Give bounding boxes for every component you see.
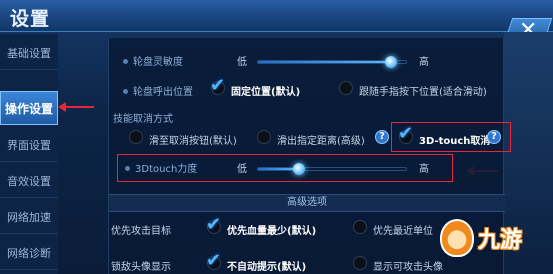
- bullet-icon: [123, 89, 128, 94]
- wheel-position-label: 轮盘呼出位置: [133, 87, 193, 98]
- wheel-sensitivity-label: 轮盘灵敏度: [133, 57, 183, 68]
- option-fixed-label: 固定位置(默认): [231, 87, 301, 98]
- slider-low-label: 低: [237, 57, 247, 68]
- option-cancel-button-label: 滑至取消按钮(默认): [149, 136, 237, 147]
- mascot-icon: [440, 219, 474, 257]
- advanced-section-title: 高级选项: [109, 194, 505, 212]
- slider-fill: [258, 61, 392, 63]
- help-icon[interactable]: ?: [487, 130, 501, 144]
- help-icon[interactable]: ?: [375, 130, 389, 144]
- option-follow-label: 跟随手指按下位置(适合滑动): [359, 87, 487, 98]
- option-low-hp-label: 优先血量最少(默认): [227, 226, 317, 237]
- watermark-text: 九游: [478, 228, 523, 253]
- option-no-auto-label: 不自动提示(默认): [227, 262, 307, 273]
- skill-cancel-label: 技能取消方式: [113, 114, 173, 125]
- checkmark-icon: ✔: [210, 75, 226, 96]
- slider-thumb[interactable]: [385, 56, 398, 68]
- touch-force-slider[interactable]: [257, 163, 407, 175]
- option-show-attack-label: 显示可攻击头像: [373, 262, 443, 273]
- watermark-logo: 九游: [440, 216, 552, 260]
- slider-high-label: 高: [419, 57, 429, 68]
- sidebar-item-basic[interactable]: 基础设置: [0, 36, 58, 70]
- radio-follow[interactable]: [339, 81, 353, 95]
- sidebar-item-operation[interactable]: 操作设置: [0, 91, 58, 125]
- annotation-arrow: [58, 102, 94, 112]
- sidebar-item-network-diag[interactable]: 网络诊断: [0, 236, 58, 270]
- option-cancel-distance-label: 滑出指定距离(高级): [277, 136, 365, 147]
- lock-avatar-label: 锁敌头像显示: [111, 262, 171, 273]
- checkmark-icon: ✔: [398, 123, 414, 144]
- bullet-icon: [123, 59, 128, 64]
- sidebar-item-audio[interactable]: 音效设置: [0, 164, 58, 198]
- checkmark-icon: ✔: [206, 250, 222, 271]
- sidebar-item-interface[interactable]: 界面设置: [0, 128, 58, 162]
- touch-force-label: 3Dtouch力度: [135, 164, 198, 175]
- radio-cancel-button[interactable]: [129, 130, 143, 144]
- slider-low-label: 低: [237, 164, 247, 175]
- bullet-icon: [125, 166, 130, 171]
- radio-cancel-distance[interactable]: [257, 130, 271, 144]
- checkmark-icon: ✔: [206, 214, 222, 235]
- option-3dtouch-label: 3D-touch取消: [419, 136, 491, 147]
- attack-target-label: 优先攻击目标: [111, 226, 171, 237]
- wheel-sensitivity-slider[interactable]: [257, 56, 407, 68]
- slider-high-label: 高: [419, 164, 429, 175]
- sidebar: 基础设置 操作设置 界面设置 音效设置 网络加速 网络诊断: [0, 34, 58, 274]
- settings-header: 设置: [0, 0, 553, 32]
- option-nearest-label: 优先最近单位: [373, 226, 433, 237]
- radio-show-attack[interactable]: [353, 256, 367, 270]
- sidebar-item-network-accel[interactable]: 网络加速: [0, 200, 58, 234]
- page-title: 设置: [10, 8, 51, 30]
- radio-nearest[interactable]: [353, 220, 367, 234]
